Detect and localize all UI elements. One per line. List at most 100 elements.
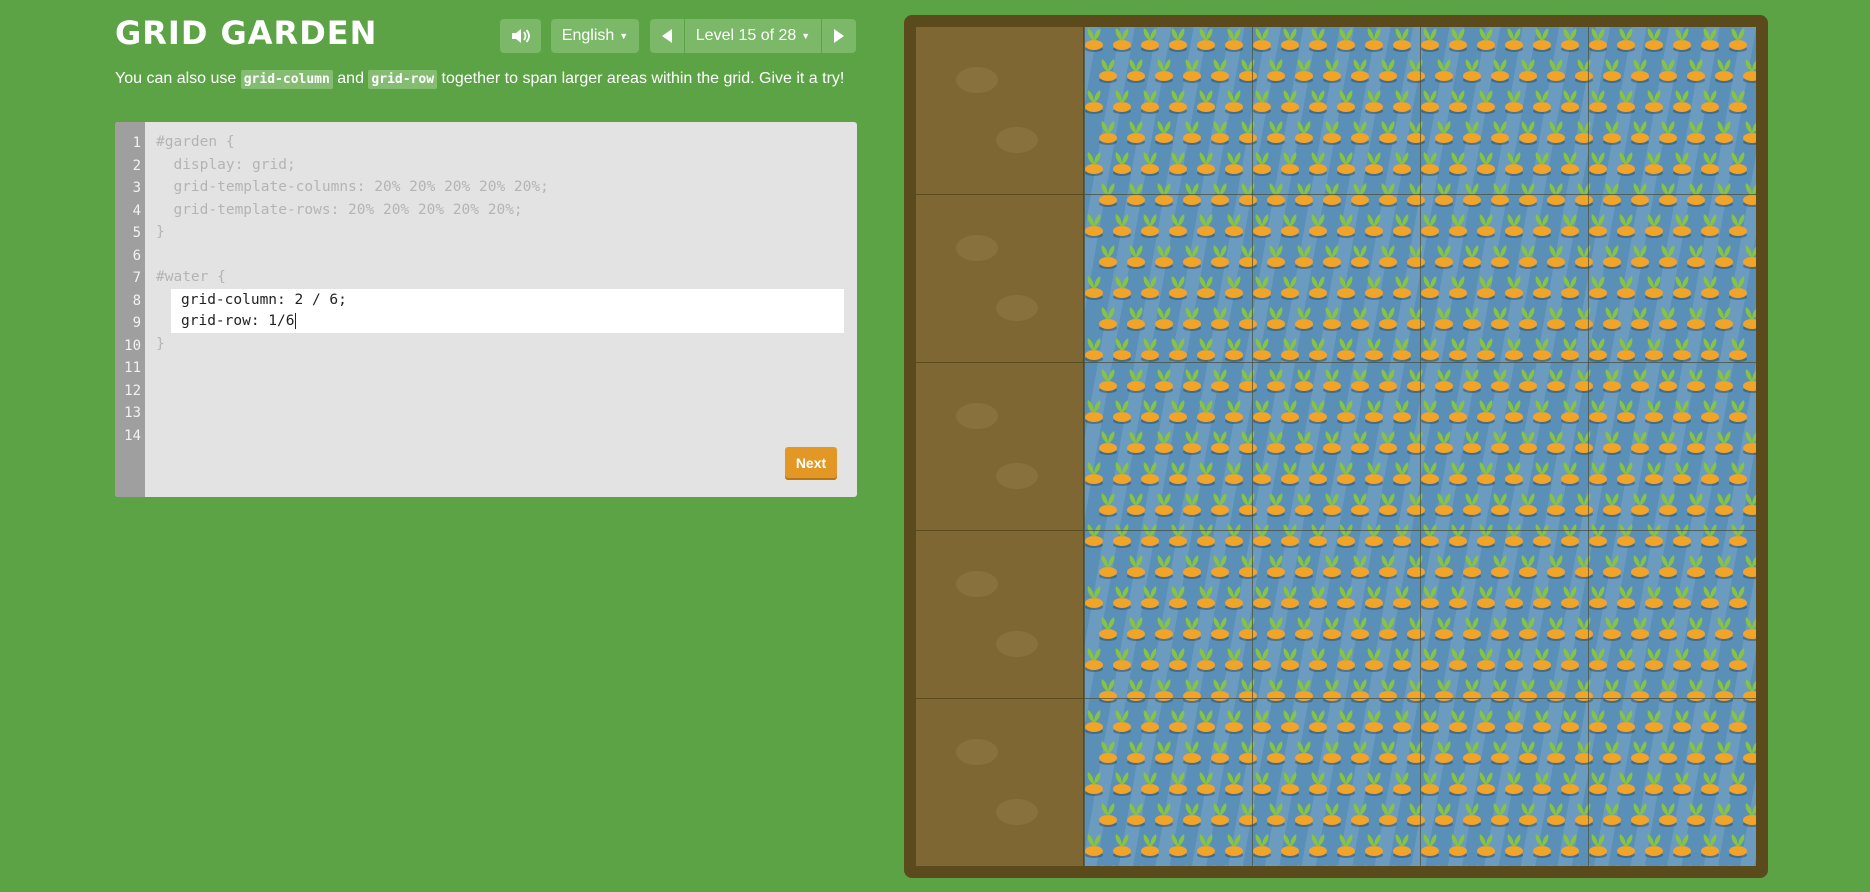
carrot-icon	[1435, 369, 1453, 393]
carrot-icon	[1575, 679, 1593, 703]
carrot-icon	[1407, 555, 1425, 579]
carrot-icon	[1549, 865, 1563, 866]
carrot-icon	[1505, 710, 1523, 734]
carrot-icon	[1575, 803, 1593, 827]
carrot-icon	[1085, 90, 1103, 114]
line-number: 8	[132, 292, 141, 309]
carrot-icon	[1099, 183, 1117, 207]
pebble	[996, 295, 1038, 321]
next-level-button[interactable]	[822, 19, 856, 53]
carrot-icon	[1365, 400, 1383, 424]
carrot-icon	[1351, 679, 1369, 703]
carrot-icon	[1659, 679, 1677, 703]
carrot-icon	[1365, 524, 1383, 548]
carrot-icon	[1309, 648, 1327, 672]
carrot-icon	[1239, 803, 1257, 827]
carrot-icon	[1743, 59, 1756, 83]
carrot-icon	[1589, 834, 1607, 858]
carrot-icon	[1309, 28, 1327, 52]
code-chip-grid-column: grid-column	[240, 70, 333, 89]
carrot-icon	[1617, 710, 1635, 734]
carrot-icon	[1379, 493, 1397, 517]
carrot-icon	[1673, 28, 1691, 52]
carrot-icon	[1393, 90, 1411, 114]
carrot-icon	[1295, 121, 1313, 145]
carrot-icon	[1603, 555, 1621, 579]
carrot-icon	[1129, 865, 1143, 866]
carrot-icon	[1617, 462, 1635, 486]
carrot-icon	[1323, 59, 1341, 83]
carrot-icon	[1379, 307, 1397, 331]
carrot-icon	[1603, 617, 1621, 641]
carrot-icon	[1659, 369, 1677, 393]
input-line-grid-row[interactable]: grid-row: 1/6	[181, 312, 296, 329]
carrot-icon	[1337, 214, 1355, 238]
language-select[interactable]: English ▼	[551, 19, 639, 53]
carrot-icon	[1169, 90, 1187, 114]
carrot-icon	[1141, 214, 1159, 238]
carrot-icon	[1519, 121, 1537, 145]
carrot-icon	[1155, 741, 1173, 765]
next-button[interactable]: Next	[785, 447, 837, 478]
carrot-icon	[1337, 462, 1355, 486]
caret-down-icon: ▼	[801, 31, 811, 41]
pebble	[996, 463, 1038, 489]
carrot-icon	[1197, 462, 1215, 486]
input-line-text[interactable]: grid-row: 1/6	[181, 313, 295, 329]
carrot-icon	[1253, 400, 1271, 424]
carrot-icon	[1435, 307, 1453, 331]
carrot-icon	[1281, 276, 1299, 300]
carrot-icon	[1463, 307, 1481, 331]
carrot-icon	[1449, 214, 1467, 238]
pebble	[996, 127, 1038, 153]
carrot-icon	[1701, 710, 1719, 734]
carrot-icon	[1211, 431, 1229, 455]
carrot-icon	[1477, 338, 1495, 362]
carrot-icon	[1463, 803, 1481, 827]
carrot-icon	[1225, 772, 1243, 796]
carrot-icon	[1589, 152, 1607, 176]
pebble	[956, 403, 998, 429]
carrot-icon	[1253, 772, 1271, 796]
carrot-icon	[1099, 307, 1117, 331]
carrot-icon	[1505, 90, 1523, 114]
input-line-grid-column[interactable]: grid-column: 2 / 6;	[181, 292, 347, 308]
level-indicator[interactable]: Level 15 of 28 ▼	[685, 19, 821, 53]
code-input-textarea[interactable]: grid-column: 2 / 6; grid-row: 1/6	[171, 289, 844, 333]
pebble	[956, 235, 998, 261]
carrot-icon	[1729, 772, 1747, 796]
line-number: 6	[132, 247, 141, 264]
sound-button[interactable]	[500, 19, 541, 53]
carrot-icon	[1715, 183, 1733, 207]
caret-down-icon: ▼	[619, 31, 629, 41]
carrot-icon	[1113, 152, 1131, 176]
carrot-icon	[1183, 617, 1201, 641]
carrot-icon	[1421, 338, 1439, 362]
carrot-icon	[1197, 90, 1215, 114]
carrot-icon	[1505, 28, 1523, 52]
carrot-icon	[1239, 307, 1257, 331]
pebble	[996, 631, 1038, 657]
carrot-icon	[1099, 493, 1117, 517]
carrot-icon	[1449, 462, 1467, 486]
carrot-icon	[1169, 586, 1187, 610]
game-title: GRID GARDEN	[115, 14, 378, 52]
carrot-icon	[1729, 90, 1747, 114]
carrot-icon	[1729, 338, 1747, 362]
carrot-icon	[1393, 462, 1411, 486]
carrot-icon	[1435, 245, 1453, 269]
carrot-icon	[1491, 617, 1509, 641]
carrot-icon	[1729, 462, 1747, 486]
carrot-icon	[1519, 555, 1537, 579]
carrot-icon	[1673, 834, 1691, 858]
carrot-icon	[1365, 462, 1383, 486]
carrot-icon	[1743, 369, 1756, 393]
carrot-icon	[1281, 586, 1299, 610]
previous-level-button[interactable]	[650, 19, 684, 53]
carrot-icon	[1239, 431, 1257, 455]
carrot-icon	[1337, 586, 1355, 610]
carrot-icon	[1463, 555, 1481, 579]
css-editor: 1 2 3 4 5 6 7 8 9 10 11 12 13 14 #garden…	[115, 122, 857, 497]
carrot-icon	[1239, 59, 1257, 83]
carrot-icon	[1253, 586, 1271, 610]
